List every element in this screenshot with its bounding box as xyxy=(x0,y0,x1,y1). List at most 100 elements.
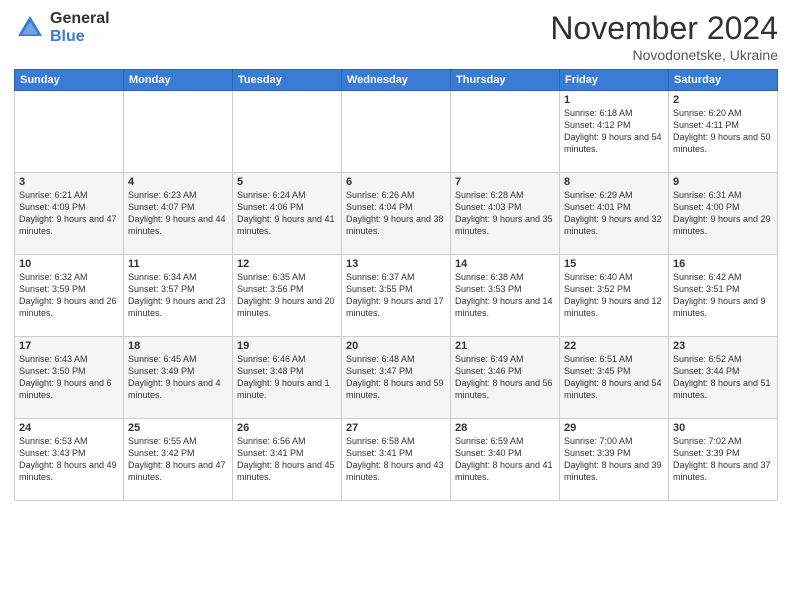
day-number: 21 xyxy=(455,340,555,352)
calendar-cell: 29 Sunrise: 7:00 AMSunset: 3:39 PMDaylig… xyxy=(560,419,669,501)
day-info: Sunrise: 6:49 AMSunset: 3:46 PMDaylight:… xyxy=(455,353,555,402)
col-sunday: Sunday xyxy=(15,70,124,91)
calendar-cell xyxy=(15,91,124,173)
calendar-cell: 21 Sunrise: 6:49 AMSunset: 3:46 PMDaylig… xyxy=(451,337,560,419)
day-number: 2 xyxy=(673,94,773,106)
calendar-cell: 25 Sunrise: 6:55 AMSunset: 3:42 PMDaylig… xyxy=(124,419,233,501)
day-number: 5 xyxy=(237,176,337,188)
calendar-cell: 20 Sunrise: 6:48 AMSunset: 3:47 PMDaylig… xyxy=(342,337,451,419)
day-number: 16 xyxy=(673,258,773,270)
calendar-table: Sunday Monday Tuesday Wednesday Thursday… xyxy=(14,69,778,501)
day-info: Sunrise: 6:42 AMSunset: 3:51 PMDaylight:… xyxy=(673,271,773,320)
calendar-week-5: 24 Sunrise: 6:53 AMSunset: 3:43 PMDaylig… xyxy=(15,419,778,501)
col-thursday: Thursday xyxy=(451,70,560,91)
day-number: 24 xyxy=(19,422,119,434)
col-saturday: Saturday xyxy=(669,70,778,91)
logo: General Blue xyxy=(14,10,110,45)
day-number: 23 xyxy=(673,340,773,352)
logo-icon xyxy=(14,12,46,44)
col-friday: Friday xyxy=(560,70,669,91)
calendar-cell: 19 Sunrise: 6:46 AMSunset: 3:48 PMDaylig… xyxy=(233,337,342,419)
day-number: 12 xyxy=(237,258,337,270)
calendar-cell: 11 Sunrise: 6:34 AMSunset: 3:57 PMDaylig… xyxy=(124,255,233,337)
calendar-cell: 8 Sunrise: 6:29 AMSunset: 4:01 PMDayligh… xyxy=(560,173,669,255)
calendar-cell: 27 Sunrise: 6:58 AMSunset: 3:41 PMDaylig… xyxy=(342,419,451,501)
calendar-cell: 16 Sunrise: 6:42 AMSunset: 3:51 PMDaylig… xyxy=(669,255,778,337)
calendar-cell xyxy=(233,91,342,173)
calendar-cell: 2 Sunrise: 6:20 AMSunset: 4:11 PMDayligh… xyxy=(669,91,778,173)
calendar-cell: 15 Sunrise: 6:40 AMSunset: 3:52 PMDaylig… xyxy=(560,255,669,337)
month-title: November 2024 xyxy=(550,10,778,47)
day-number: 20 xyxy=(346,340,446,352)
day-info: Sunrise: 6:21 AMSunset: 4:09 PMDaylight:… xyxy=(19,189,119,238)
day-info: Sunrise: 6:56 AMSunset: 3:41 PMDaylight:… xyxy=(237,435,337,484)
header: General Blue November 2024 Novodonetske,… xyxy=(14,10,778,63)
calendar-cell xyxy=(342,91,451,173)
calendar-cell: 3 Sunrise: 6:21 AMSunset: 4:09 PMDayligh… xyxy=(15,173,124,255)
calendar-week-4: 17 Sunrise: 6:43 AMSunset: 3:50 PMDaylig… xyxy=(15,337,778,419)
logo-general-text: General xyxy=(50,10,110,28)
day-info: Sunrise: 6:46 AMSunset: 3:48 PMDaylight:… xyxy=(237,353,337,402)
day-number: 29 xyxy=(564,422,664,434)
day-info: Sunrise: 6:29 AMSunset: 4:01 PMDaylight:… xyxy=(564,189,664,238)
calendar-week-2: 3 Sunrise: 6:21 AMSunset: 4:09 PMDayligh… xyxy=(15,173,778,255)
logo-text: General Blue xyxy=(50,10,110,45)
day-number: 14 xyxy=(455,258,555,270)
day-info: Sunrise: 6:52 AMSunset: 3:44 PMDaylight:… xyxy=(673,353,773,402)
day-number: 7 xyxy=(455,176,555,188)
col-tuesday: Tuesday xyxy=(233,70,342,91)
day-info: Sunrise: 6:38 AMSunset: 3:53 PMDaylight:… xyxy=(455,271,555,320)
day-number: 22 xyxy=(564,340,664,352)
calendar-week-1: 1 Sunrise: 6:18 AMSunset: 4:12 PMDayligh… xyxy=(15,91,778,173)
calendar-cell: 7 Sunrise: 6:28 AMSunset: 4:03 PMDayligh… xyxy=(451,173,560,255)
location: Novodonetske, Ukraine xyxy=(550,47,778,63)
calendar-cell: 18 Sunrise: 6:45 AMSunset: 3:49 PMDaylig… xyxy=(124,337,233,419)
day-number: 18 xyxy=(128,340,228,352)
day-info: Sunrise: 7:02 AMSunset: 3:39 PMDaylight:… xyxy=(673,435,773,484)
day-info: Sunrise: 6:40 AMSunset: 3:52 PMDaylight:… xyxy=(564,271,664,320)
calendar-cell xyxy=(124,91,233,173)
title-block: November 2024 Novodonetske, Ukraine xyxy=(550,10,778,63)
header-row: Sunday Monday Tuesday Wednesday Thursday… xyxy=(15,70,778,91)
calendar-cell: 6 Sunrise: 6:26 AMSunset: 4:04 PMDayligh… xyxy=(342,173,451,255)
day-info: Sunrise: 6:45 AMSunset: 3:49 PMDaylight:… xyxy=(128,353,228,402)
day-number: 10 xyxy=(19,258,119,270)
day-info: Sunrise: 6:37 AMSunset: 3:55 PMDaylight:… xyxy=(346,271,446,320)
calendar-header: Sunday Monday Tuesday Wednesday Thursday… xyxy=(15,70,778,91)
day-info: Sunrise: 6:34 AMSunset: 3:57 PMDaylight:… xyxy=(128,271,228,320)
day-info: Sunrise: 6:28 AMSunset: 4:03 PMDaylight:… xyxy=(455,189,555,238)
calendar-cell: 13 Sunrise: 6:37 AMSunset: 3:55 PMDaylig… xyxy=(342,255,451,337)
day-number: 8 xyxy=(564,176,664,188)
day-number: 19 xyxy=(237,340,337,352)
day-number: 3 xyxy=(19,176,119,188)
page: General Blue November 2024 Novodonetske,… xyxy=(0,0,792,612)
col-monday: Monday xyxy=(124,70,233,91)
day-number: 17 xyxy=(19,340,119,352)
day-number: 15 xyxy=(564,258,664,270)
day-info: Sunrise: 6:35 AMSunset: 3:56 PMDaylight:… xyxy=(237,271,337,320)
day-number: 13 xyxy=(346,258,446,270)
calendar-cell: 5 Sunrise: 6:24 AMSunset: 4:06 PMDayligh… xyxy=(233,173,342,255)
day-number: 28 xyxy=(455,422,555,434)
calendar-cell xyxy=(451,91,560,173)
calendar-cell: 12 Sunrise: 6:35 AMSunset: 3:56 PMDaylig… xyxy=(233,255,342,337)
calendar-cell: 28 Sunrise: 6:59 AMSunset: 3:40 PMDaylig… xyxy=(451,419,560,501)
day-number: 27 xyxy=(346,422,446,434)
calendar-cell: 9 Sunrise: 6:31 AMSunset: 4:00 PMDayligh… xyxy=(669,173,778,255)
calendar-cell: 24 Sunrise: 6:53 AMSunset: 3:43 PMDaylig… xyxy=(15,419,124,501)
day-info: Sunrise: 6:32 AMSunset: 3:59 PMDaylight:… xyxy=(19,271,119,320)
day-info: Sunrise: 6:53 AMSunset: 3:43 PMDaylight:… xyxy=(19,435,119,484)
calendar-cell: 26 Sunrise: 6:56 AMSunset: 3:41 PMDaylig… xyxy=(233,419,342,501)
day-number: 6 xyxy=(346,176,446,188)
calendar-cell: 10 Sunrise: 6:32 AMSunset: 3:59 PMDaylig… xyxy=(15,255,124,337)
logo-blue-text: Blue xyxy=(50,28,110,46)
day-info: Sunrise: 6:23 AMSunset: 4:07 PMDaylight:… xyxy=(128,189,228,238)
day-info: Sunrise: 6:18 AMSunset: 4:12 PMDaylight:… xyxy=(564,107,664,156)
day-info: Sunrise: 6:20 AMSunset: 4:11 PMDaylight:… xyxy=(673,107,773,156)
day-info: Sunrise: 7:00 AMSunset: 3:39 PMDaylight:… xyxy=(564,435,664,484)
day-info: Sunrise: 6:51 AMSunset: 3:45 PMDaylight:… xyxy=(564,353,664,402)
day-info: Sunrise: 6:31 AMSunset: 4:00 PMDaylight:… xyxy=(673,189,773,238)
day-info: Sunrise: 6:59 AMSunset: 3:40 PMDaylight:… xyxy=(455,435,555,484)
calendar-cell: 1 Sunrise: 6:18 AMSunset: 4:12 PMDayligh… xyxy=(560,91,669,173)
day-number: 11 xyxy=(128,258,228,270)
